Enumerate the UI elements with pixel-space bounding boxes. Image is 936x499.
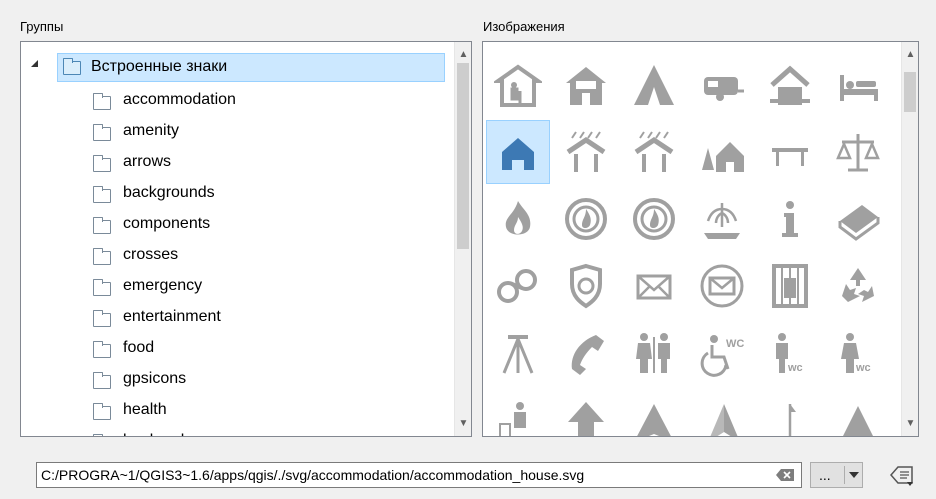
arrow-nav-2-icon[interactable] xyxy=(690,388,754,436)
fire-emblem-icon[interactable] xyxy=(622,187,686,251)
police-badge-icon[interactable] xyxy=(554,254,618,318)
bed-and-breakfast-icon[interactable] xyxy=(554,53,618,117)
arrow-up-icon[interactable] xyxy=(554,388,618,436)
tree-item-backgrounds[interactable]: backgrounds xyxy=(123,184,215,202)
tree-item-gpsicons[interactable]: gpsicons xyxy=(123,370,186,388)
chevron-down-icon[interactable] xyxy=(849,472,859,478)
tree-item-crosses[interactable]: crosses xyxy=(123,246,178,264)
toilets-disabled-icon[interactable]: WC xyxy=(690,321,754,385)
arrow-pointer-icon[interactable] xyxy=(826,388,890,436)
folder-icon xyxy=(93,279,111,296)
folder-icon xyxy=(93,217,111,234)
images-grid-panel[interactable]: WC wc wc ▲ ▼ xyxy=(482,41,919,437)
bench-icon[interactable] xyxy=(758,120,822,184)
tree-scrollbar[interactable]: ▲ ▼ xyxy=(454,42,471,436)
information-icon[interactable] xyxy=(758,187,822,251)
tree-item-landmark[interactable]: landmark xyxy=(123,432,189,436)
tree-item-amenity[interactable]: amenity xyxy=(123,122,179,140)
images-scrollbar[interactable]: ▲ ▼ xyxy=(901,42,918,436)
browse-button[interactable]: ... xyxy=(810,462,863,488)
hotel-bed-icon[interactable] xyxy=(826,53,890,117)
fire-station-icon[interactable] xyxy=(554,187,618,251)
folder-icon xyxy=(93,155,111,172)
telephone-icon[interactable] xyxy=(554,321,618,385)
tree-list: Встроенные знаки accommodation amenity arr… xyxy=(21,42,454,436)
camping-tent-icon[interactable] xyxy=(622,53,686,117)
toilets-women-icon[interactable]: wc xyxy=(826,321,890,385)
recycling-icon[interactable] xyxy=(826,254,890,318)
tree-item-accommodation[interactable]: accommodation xyxy=(123,91,236,109)
fire-icon[interactable] xyxy=(486,187,550,251)
svg-path-text: C:/PROGRA~1/QGIS3~1.6/apps/qgis/./svg/ac… xyxy=(41,467,585,483)
tree-root-label: Встроенные знаки xyxy=(91,58,228,75)
house-icon[interactable] xyxy=(486,120,550,184)
folder-icon xyxy=(93,372,111,389)
folder-icon xyxy=(93,403,111,420)
folder-icon xyxy=(93,93,111,110)
youth-hostel-icon[interactable] xyxy=(690,120,754,184)
browse-label: ... xyxy=(819,467,831,483)
shelter-icon[interactable] xyxy=(622,120,686,184)
prison-icon[interactable] xyxy=(758,254,822,318)
clear-text-icon[interactable] xyxy=(775,468,795,482)
hostel-icon[interactable] xyxy=(486,53,550,117)
scroll-thumb[interactable] xyxy=(457,63,469,249)
toilets-men-icon[interactable]: wc xyxy=(758,321,822,385)
police-handcuffs-icon[interactable] xyxy=(486,254,550,318)
arrow-nav-icon[interactable] xyxy=(622,388,686,436)
button-separator xyxy=(844,466,845,484)
tree-item-entertainment[interactable]: entertainment xyxy=(123,308,221,326)
svg-text:wc: wc xyxy=(855,362,871,374)
folder-icon xyxy=(93,310,111,327)
svg-path-input[interactable]: C:/PROGRA~1/QGIS3~1.6/apps/qgis/./svg/ac… xyxy=(36,462,802,488)
post-office-icon[interactable] xyxy=(690,254,754,318)
chalet-icon[interactable] xyxy=(758,53,822,117)
folder-icon xyxy=(93,124,111,141)
fountain-icon[interactable] xyxy=(690,187,754,251)
folder-icon xyxy=(93,248,111,265)
folder-icon xyxy=(93,186,111,203)
scroll-up-icon[interactable]: ▲ xyxy=(455,46,471,63)
groups-label: Группы xyxy=(20,19,64,34)
scroll-down-icon[interactable]: ▼ xyxy=(455,415,471,432)
tree-item-health[interactable]: health xyxy=(123,401,167,419)
tree-item-arrows[interactable]: arrows xyxy=(123,153,171,171)
caravan-icon[interactable] xyxy=(690,53,754,117)
svg-text:wc: wc xyxy=(787,362,803,374)
collapse-expander-icon[interactable] xyxy=(31,60,38,67)
shelter-rain-icon[interactable] xyxy=(554,120,618,184)
survey-tripod-icon[interactable] xyxy=(486,321,550,385)
tree-item-components[interactable]: components xyxy=(123,215,210,233)
tree-item-emergency[interactable]: emergency xyxy=(123,277,202,295)
court-scales-icon[interactable] xyxy=(826,120,890,184)
arrow-thin-icon[interactable] xyxy=(758,388,822,436)
library-books-icon[interactable] xyxy=(826,187,890,251)
images-label: Изображения xyxy=(483,19,565,34)
svg-text:WC: WC xyxy=(726,338,744,350)
toilets-icon[interactable] xyxy=(622,321,686,385)
folder-icon xyxy=(93,341,111,358)
scroll-up-icon[interactable]: ▲ xyxy=(902,46,918,63)
groups-tree[interactable]: Встроенные знаки accommodation amenity arr… xyxy=(20,41,472,437)
scroll-thumb[interactable] xyxy=(904,72,916,112)
form-options-icon[interactable] xyxy=(888,463,918,489)
folder-icon xyxy=(63,58,81,75)
post-box-icon[interactable] xyxy=(622,254,686,318)
waste-bin-icon[interactable] xyxy=(486,388,550,436)
scroll-down-icon[interactable]: ▼ xyxy=(902,415,918,432)
tree-item-food[interactable]: food xyxy=(123,339,154,357)
